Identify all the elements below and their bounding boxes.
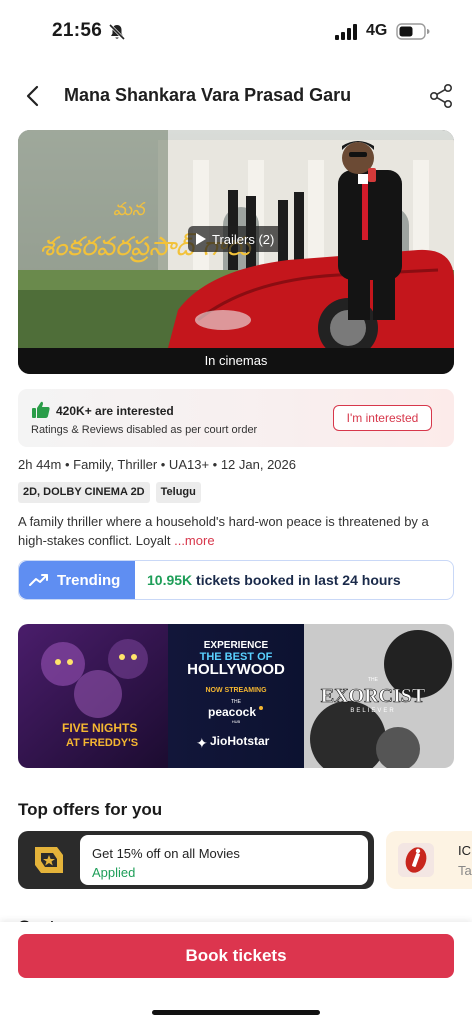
page-title: Mana Shankara Vara Prasad Garu (64, 85, 352, 105)
peacock-text: peacock (208, 705, 256, 719)
header: Mana Shankara Vara Prasad Garu (0, 74, 472, 118)
movie-poster[interactable]: మన శంకరవరప్రసాద్ గారు Trailers (2) In ci… (18, 130, 454, 374)
exorcist-title: EXORCIST (321, 685, 426, 707)
offer-brand-icon (35, 847, 63, 873)
bank-logo-icon (398, 843, 434, 877)
fnaf-title-2: AT FREDDY'S (66, 737, 138, 749)
offer-card[interactable]: Get 15% off on all Movies Applied (18, 831, 374, 889)
language-tag: Telugu (155, 482, 201, 503)
top-offers-title: Top offers for you (18, 800, 163, 819)
synopsis: A family thriller where a household's ha… (18, 512, 454, 550)
offer-subtitle: Ta (458, 863, 472, 878)
offer-title: Get 15% off on all Movies (92, 846, 240, 861)
trending-badge: Trending (19, 561, 135, 599)
back-arrow-icon[interactable] (22, 84, 44, 108)
read-more-link[interactable]: ...more (174, 533, 214, 548)
trending-up-icon (29, 574, 48, 586)
book-tickets-button[interactable]: Book tickets (18, 934, 454, 978)
trailers-button[interactable]: Trailers (2) (188, 226, 285, 252)
jiohotstar-label: JioHotstar (210, 734, 270, 748)
format-tags: 2D, DOLBY CINEMA 2D Telugu (18, 482, 201, 503)
offer-details: Get 15% off on all Movies Applied (80, 835, 368, 885)
svg-text:మన: మన (113, 199, 146, 220)
streaming-promo-banner[interactable]: FIVE NIGHTS AT FREDDY'S EXPERIENCE THE B… (18, 624, 454, 768)
reviews-disabled-note: Ratings & Reviews disabled as per court … (31, 424, 258, 436)
offer-status: Applied (92, 865, 136, 880)
jiohotstar-text: ✦ (196, 735, 208, 751)
trailers-label: Trailers (2) (212, 231, 275, 247)
interest-card: 420K+ are interested Ratings & Reviews d… (18, 389, 454, 447)
now-streaming-text: NOW STREAMING (205, 687, 267, 694)
tickets-booked-count: 10.95K (147, 572, 193, 588)
interest-count: 420K+ are interested (56, 404, 174, 418)
format-tag: 2D, DOLBY CINEMA 2D (18, 482, 150, 503)
hollywood-text: HOLLYWOOD (187, 661, 285, 678)
status-bar: 21:56 4G (0, 0, 472, 62)
movie-meta-line: 2h 44m • Family, Thriller • UA13+ • 12 J… (18, 457, 296, 472)
tickets-booked-label: tickets booked in last 24 hours (196, 572, 401, 588)
thumbs-up-icon (32, 401, 50, 418)
peacock-hub-text: HUB (232, 719, 241, 724)
status-time: 21:56 (52, 20, 103, 41)
synopsis-text: A family thriller where a household's ha… (18, 514, 429, 548)
trending-banner: Trending 10.95K tickets booked in last 2… (18, 560, 454, 600)
share-icon[interactable] (428, 83, 454, 109)
exorcist-small-text: THE (368, 677, 379, 683)
im-interested-button[interactable]: I'm interested (333, 405, 432, 431)
network-label: 4G (366, 22, 388, 39)
signal-icon (335, 24, 357, 40)
exorcist-sub: BELIEVER (350, 708, 395, 714)
bottom-action-bar: Book tickets (0, 922, 472, 1024)
offer-title: IC (458, 843, 471, 858)
trending-label: Trending (57, 571, 121, 589)
home-indicator[interactable] (152, 1010, 320, 1015)
in-cinemas-caption: In cinemas (18, 348, 454, 374)
play-icon (196, 233, 206, 245)
offer-card[interactable]: IC Ta (386, 831, 472, 889)
experience-text: EXPERIENCE (204, 640, 269, 651)
tickets-booked-text: 10.95K tickets booked in last 24 hours (147, 572, 401, 588)
battery-icon (396, 23, 430, 40)
bell-muted-icon (108, 23, 126, 41)
fnaf-title-1: FIVE NIGHTS (62, 721, 137, 735)
